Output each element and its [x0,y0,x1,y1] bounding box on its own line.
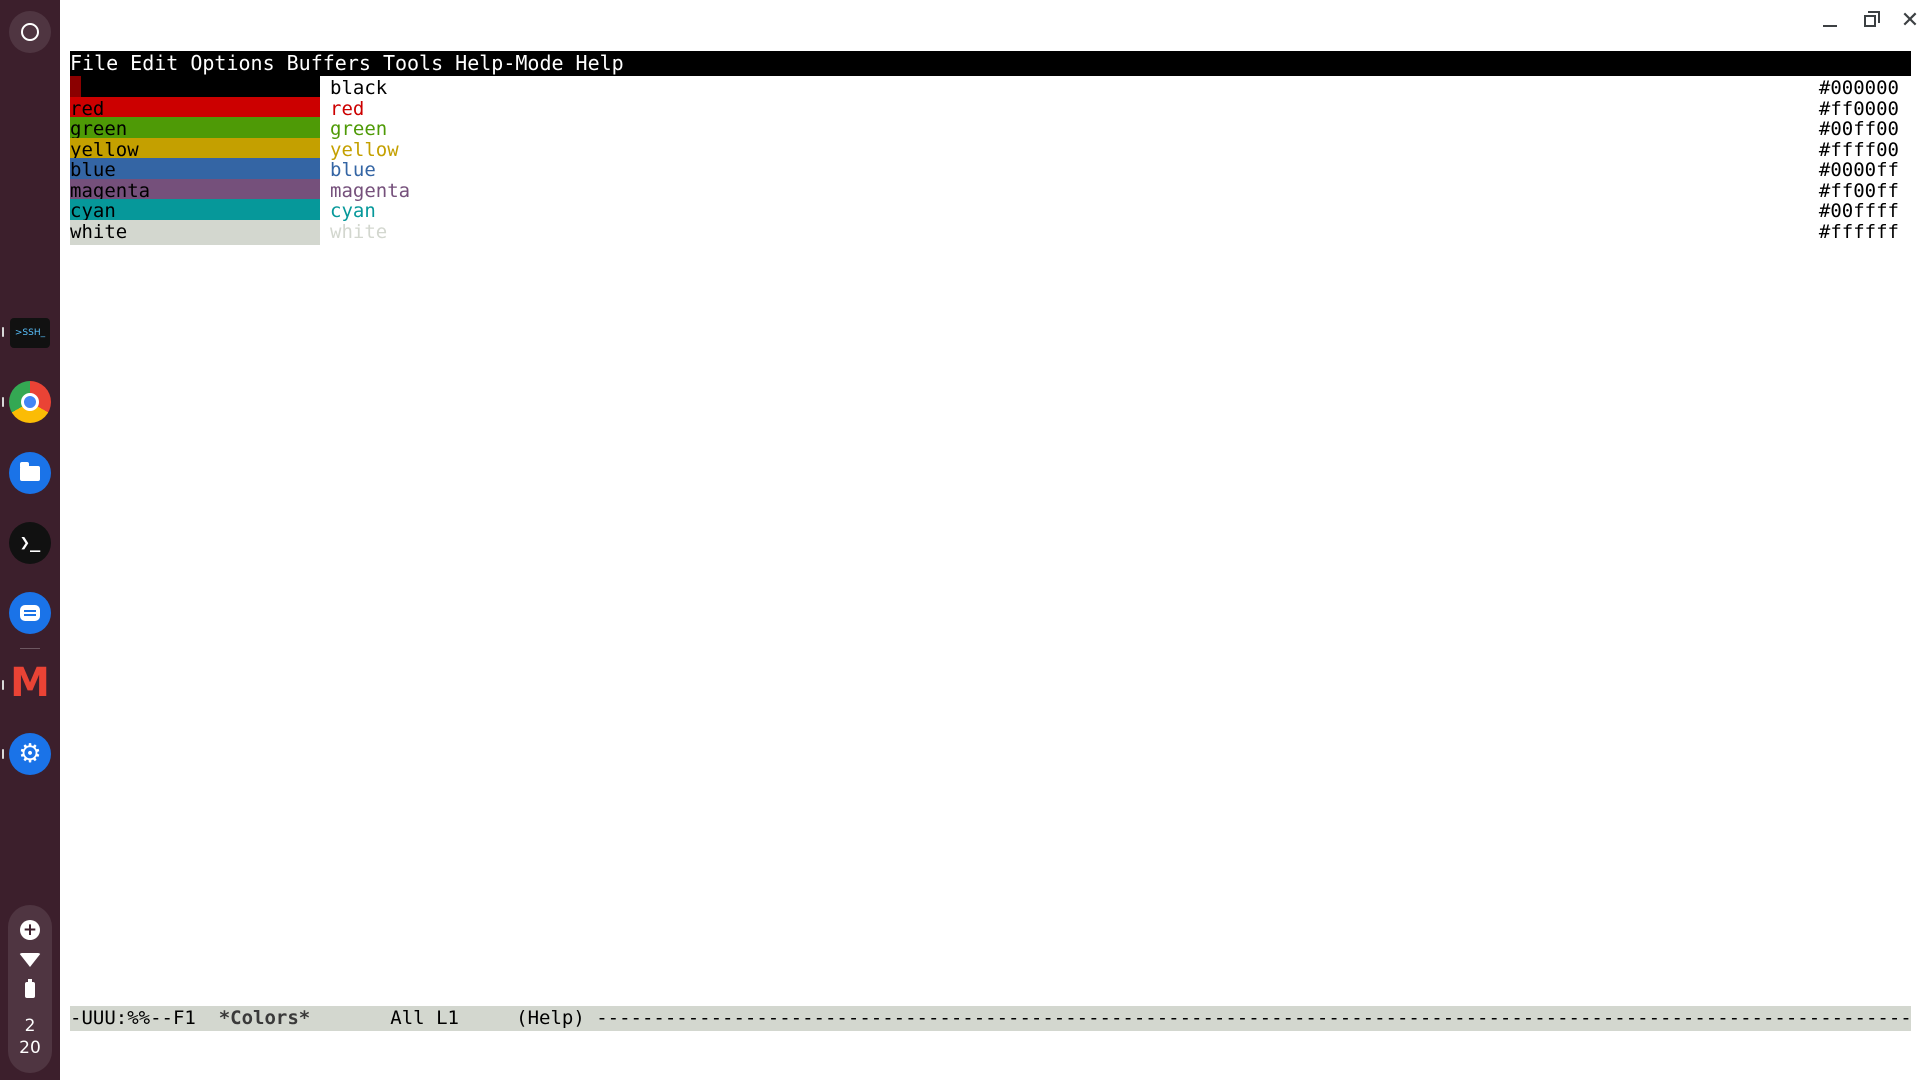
gmail-m-glyph: M [10,660,50,706]
launcher-button[interactable] [9,11,51,53]
shelf: >SSH_ ❯_ M ⚙ + 2 20 [0,0,60,1080]
minimize-button[interactable] [1815,8,1845,34]
menu-item[interactable]: Options [190,51,274,76]
menu-item[interactable]: Edit [130,51,178,76]
running-indicator [2,749,4,759]
close-icon: ✕ [1900,8,1920,33]
gear-glyph: ⚙ [18,739,42,769]
battery-icon [25,979,35,998]
menu-item[interactable]: Help [576,51,624,76]
launcher-icon [21,23,39,41]
add-icon: + [20,920,40,940]
color-hex: #ffffff [1818,220,1899,243]
gmail-icon[interactable]: M [9,662,51,704]
clock-minute: 20 [19,1038,41,1058]
terminal-icon[interactable]: ❯_ [9,522,51,564]
modeline-status: -UUU:%%--F1 [70,1007,219,1029]
running-indicator [2,680,4,690]
chrome-icon[interactable] [9,381,51,423]
running-indicator [2,397,4,407]
shelf-divider [20,648,40,649]
settings-gear-icon[interactable]: ⚙ [9,733,51,775]
status-tray[interactable]: + 2 20 [8,905,52,1073]
wifi-icon [19,953,41,967]
close-button[interactable]: ✕ [1895,8,1920,34]
restore-icon [1864,11,1880,27]
color-row: white white #ffffff [70,219,1911,245]
minimize-icon [1823,25,1837,27]
modeline-position: All L1 [310,1007,517,1029]
clock: 2 20 [19,1015,41,1059]
menu-item[interactable]: File [70,51,118,76]
menu-item[interactable]: Help-Mode [455,51,563,76]
ssh-label: >SSH_ [14,328,46,338]
running-indicator [2,327,4,337]
menu-item[interactable]: Buffers [287,51,371,76]
chat-bubble-icon [20,605,40,621]
clock-hour: 2 [24,1016,36,1036]
restore-button[interactable] [1855,8,1885,34]
color-name[interactable]: white [330,220,387,245]
emacs-frame: File Edit Options Buffers Tools Help-Mode Help… [70,51,1911,1031]
mode-line: -UUU:%%--F1 *Colors* All L1 (Help) -----… [70,1006,1911,1031]
terminal-glyph: ❯_ [19,533,41,553]
color-swatch: white [70,219,320,245]
modeline-buffer-name[interactable]: *Colors* [219,1007,311,1029]
modeline-fill: ----------------------------------------… [596,1007,1911,1029]
menu-bar: File Edit Options Buffers Tools Help-Mode Help [70,51,1911,76]
ssh-app-icon[interactable]: >SSH_ [10,318,50,348]
files-app-icon[interactable] [9,452,51,494]
menu-item[interactable]: Tools [383,51,443,76]
chrome-center [21,393,39,411]
folder-icon [20,461,40,481]
messages-icon[interactable] [9,592,51,634]
modeline-mode[interactable]: (Help) [516,1007,596,1029]
